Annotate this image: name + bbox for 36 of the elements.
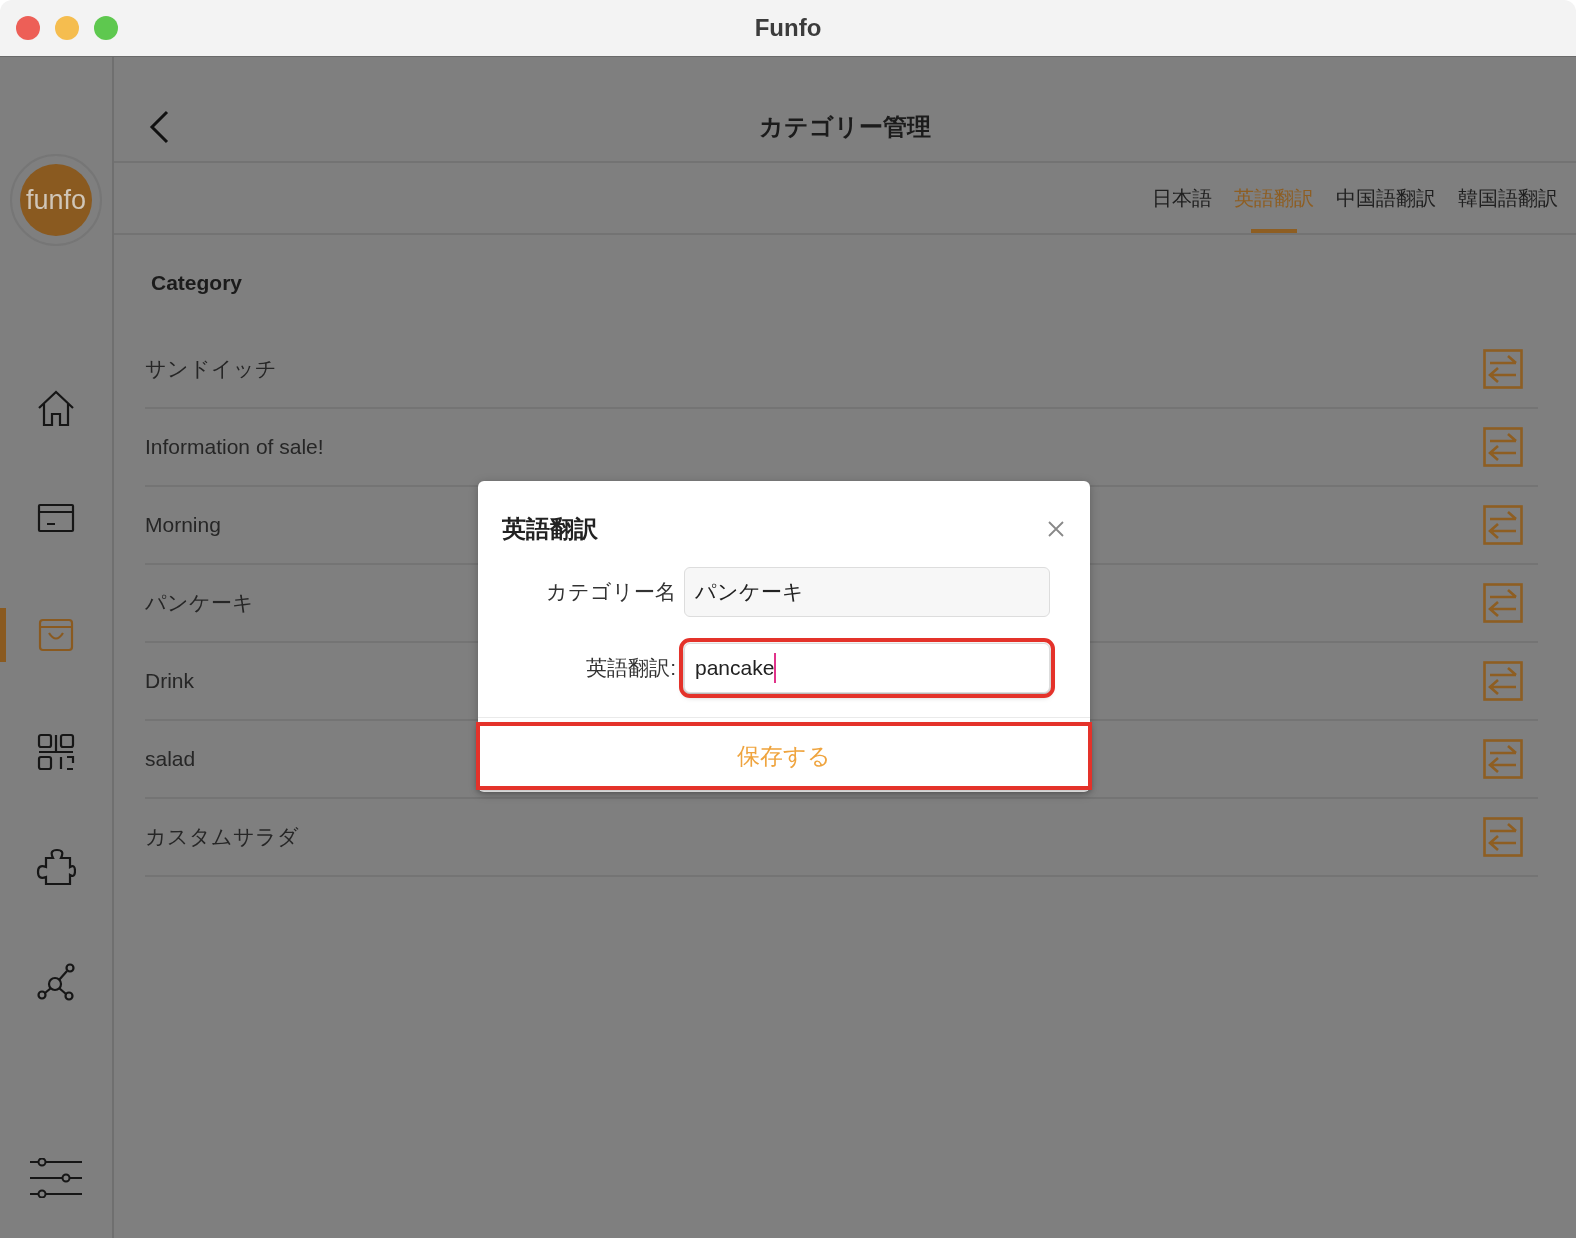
swap-arrows-icon[interactable] [1483, 817, 1523, 857]
field-label: カテゴリー名 [545, 579, 677, 605]
category-name: Drink [145, 669, 194, 693]
category-name: salad [145, 747, 196, 771]
window-title: Funfo [754, 14, 822, 42]
dialog-title: 英語翻訳 [502, 514, 598, 544]
shopping-bag-icon[interactable] [38, 618, 74, 652]
category-name: パンケーキ [145, 590, 254, 616]
language-tab[interactable]: 中国語翻訳 [1336, 163, 1436, 233]
close-window-button[interactable] [16, 16, 40, 40]
swap-arrows-icon[interactable] [1483, 583, 1523, 623]
language-tab[interactable]: 日本語 [1152, 163, 1212, 233]
logo: funfo [10, 154, 102, 246]
puzzle-piece-icon[interactable] [36, 848, 76, 886]
zoom-window-button[interactable] [94, 16, 118, 40]
swap-arrows-icon[interactable] [1483, 505, 1523, 545]
language-tab[interactable]: 韓国語翻訳 [1458, 163, 1558, 233]
sliders-icon[interactable] [29, 1158, 83, 1198]
card-icon[interactable] [37, 503, 75, 533]
swap-arrows-icon[interactable] [1483, 661, 1523, 701]
minimize-window-button[interactable] [55, 16, 79, 40]
category-name: Morning [145, 513, 221, 537]
close-icon[interactable] [1048, 521, 1064, 537]
swap-arrows-icon[interactable] [1483, 349, 1523, 389]
qr-code-icon[interactable] [37, 733, 75, 771]
category-name: サンドイッチ [145, 356, 277, 382]
back-chevron-icon[interactable] [149, 110, 169, 144]
category-name: Information of sale! [145, 435, 324, 459]
field-label: 英語翻訳: [585, 655, 677, 681]
network-nodes-icon[interactable] [36, 963, 76, 1001]
home-icon[interactable] [36, 388, 76, 428]
section-label: Category [150, 271, 244, 295]
page-title: カテゴリー管理 [759, 112, 931, 142]
category-name: カスタムサラダ [145, 824, 299, 850]
swap-arrows-icon[interactable] [1483, 739, 1523, 779]
swap-arrows-icon[interactable] [1483, 427, 1523, 467]
